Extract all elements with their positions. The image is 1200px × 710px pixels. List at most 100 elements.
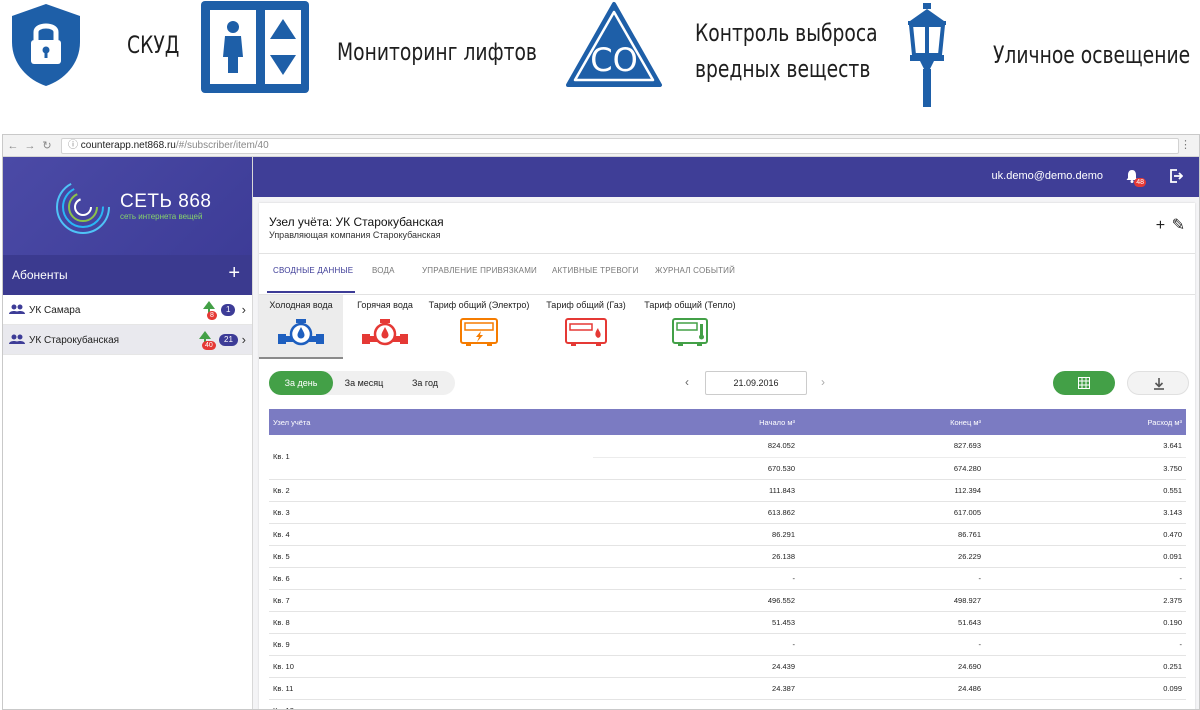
people-icon — [9, 334, 25, 344]
co-warning-icon: CO — [565, 1, 663, 89]
reload-icon[interactable]: ↻ — [40, 139, 54, 152]
electric-meter-icon — [460, 318, 498, 346]
resource-hot-water[interactable]: Горячая вода — [343, 295, 427, 359]
info-icon: ⓘ — [68, 140, 81, 151]
row-name: Кв. 8 — [269, 611, 593, 634]
url-field[interactable]: ⓘ counterapp.net868.ru/#/subscriber/item… — [61, 138, 1179, 154]
promo-label-elevators: Мониторинг лифтов — [337, 38, 537, 66]
table-row: Кв. 8 51.453 51.643 0.190 — [269, 611, 1186, 634]
table-row: Кв. 12- - - — [269, 699, 1186, 709]
row-usage: 3.143 — [985, 501, 1186, 524]
row-end: 827.693 — [799, 435, 985, 458]
tab-bindings[interactable]: Управление привязками — [422, 266, 537, 275]
table-row: Кв. 5 26.138 26.229 0.091 — [269, 545, 1186, 568]
subscriber-item[interactable]: УК Самара 8 1 › — [3, 295, 252, 325]
table-row: Кв. 10 24.439 24.690 0.251 — [269, 655, 1186, 678]
col-usage[interactable]: Расход м³ — [985, 409, 1186, 435]
resource-electric[interactable]: Тариф общий (Электро) — [427, 295, 531, 359]
row-usage: - — [985, 567, 1186, 590]
logout-icon[interactable] — [1169, 169, 1183, 183]
add-subscriber-button[interactable]: + — [228, 262, 240, 285]
col-start[interactable]: Начало м³ — [593, 409, 799, 435]
chevron-right-icon[interactable]: › — [242, 302, 246, 317]
subscriber-item-active[interactable]: УК Старокубанская 40 21 › — [3, 325, 252, 355]
row-usage: - — [985, 633, 1186, 656]
tab-events[interactable]: Журнал событий — [655, 266, 735, 275]
grid-icon — [1078, 377, 1090, 389]
alarm-badge: 8 — [207, 311, 217, 320]
row-usage: 3.641 — [985, 435, 1186, 458]
row-start: 24.387 — [593, 677, 799, 700]
period-month-button[interactable]: За месяц — [333, 371, 395, 395]
promo-label-emissions-line2: вредных веществ — [695, 55, 871, 83]
col-node[interactable]: Узел учёта — [269, 409, 593, 435]
forward-icon[interactable]: → — [23, 140, 37, 152]
row-usage: 0.190 — [985, 611, 1186, 634]
row-name: Кв. 9 — [269, 633, 593, 656]
brand-name: СЕТЬ 868 — [120, 191, 212, 212]
table-row: Кв. 2 111.843 112.394 0.551 — [269, 479, 1186, 502]
tab-water[interactable]: Вода — [372, 266, 395, 275]
tab-summary[interactable]: Сводные данные — [273, 266, 353, 275]
row-name: Кв. 12 — [269, 699, 593, 709]
tab-bar: Сводные данные Вода Управление привязкам… — [259, 254, 1195, 294]
table-view-button[interactable] — [1053, 371, 1115, 395]
row-usage: 3.750 — [985, 457, 1186, 480]
browser-window: ← → ↻ ⓘ counterapp.net868.ru/#/subscribe… — [2, 134, 1200, 710]
row-start: 613.862 — [593, 501, 799, 524]
user-email[interactable]: uk.demo@demo.demo — [992, 170, 1103, 182]
back-icon[interactable]: ← — [6, 140, 20, 152]
add-button[interactable]: + — [1156, 217, 1165, 234]
table-row: Кв. 6--- — [269, 567, 1186, 590]
row-start: 496.552 — [593, 589, 799, 612]
table-row: Кв. 1 824.052 827.693 3.641 — [269, 435, 1186, 480]
resource-heat[interactable]: Тариф общий (Тепло) — [641, 295, 739, 359]
row-start: - — [593, 699, 799, 709]
lock-shield-icon — [8, 2, 84, 88]
row-start: 26.138 — [593, 545, 799, 568]
main-content: Узел учёта: УК Старокубанская Управляюща… — [253, 197, 1199, 709]
row-name: Кв. 7 — [269, 589, 593, 612]
row-start: 86.291 — [593, 523, 799, 546]
count-badge: 1 — [221, 304, 236, 316]
col-end[interactable]: Конец м³ — [799, 409, 985, 435]
elevator-icon — [201, 1, 309, 93]
resource-label: Холодная вода — [269, 300, 333, 310]
table-header-row: Узел учёта Начало м³ Конец м³ Расход м³ — [269, 409, 1186, 435]
table-row: Кв. 3 613.862 617.005 3.143 — [269, 501, 1186, 524]
row-end: 498.927 — [799, 589, 985, 612]
resource-label: Тариф общий (Газ) — [546, 300, 626, 310]
row-end: - — [799, 633, 985, 656]
node-title: Узел учёта: УК Старокубанская — [269, 215, 444, 229]
next-date-button[interactable]: › — [821, 375, 825, 389]
row-end: 617.005 — [799, 501, 985, 524]
prev-date-button[interactable]: ‹ — [685, 375, 689, 389]
resource-label: Горячая вода — [357, 300, 413, 310]
sidebar: СЕТЬ 868 сеть интернета вещей Абоненты +… — [3, 157, 253, 709]
row-end: 51.643 — [799, 611, 985, 634]
resource-cold-water[interactable]: Холодная вода — [259, 295, 343, 359]
url-host: counterapp.net868.ru — [80, 140, 176, 151]
tab-alarms[interactable]: Активные тревоги — [552, 266, 639, 275]
row-start: 111.843 — [593, 479, 799, 502]
edit-pencil-icon[interactable]: ✎ — [1172, 217, 1185, 234]
period-year-button[interactable]: За год — [395, 371, 455, 395]
date-field[interactable]: 21.09.2016 — [705, 371, 807, 395]
row-start: 24.439 — [593, 655, 799, 678]
chevron-right-icon[interactable]: › — [242, 332, 246, 347]
promo-strip: СКУД Мониторинг лифтов CO Контроль выбро… — [0, 0, 1200, 112]
node-card: Узел учёта: УК Старокубанская Управляюща… — [259, 203, 1195, 709]
resource-gas[interactable]: Тариф общий (Газ) — [539, 295, 633, 359]
period-day-button[interactable]: За день — [269, 371, 333, 395]
street-lamp-icon — [904, 3, 950, 107]
row-start: 824.052 — [593, 435, 799, 458]
browser-menu-icon[interactable]: ⋮ — [1180, 138, 1195, 151]
people-icon — [9, 304, 25, 314]
promo-label-emissions-line1: Контроль выброса — [695, 19, 878, 47]
download-button[interactable] — [1127, 371, 1189, 395]
row-usage: 0.091 — [985, 545, 1186, 568]
row-name: Кв. 10 — [269, 655, 593, 678]
table-row: Кв. 11 24.387 24.486 0.099 — [269, 677, 1186, 700]
row-start: - — [593, 567, 799, 590]
resource-label: Тариф общий (Электро) — [428, 300, 530, 310]
